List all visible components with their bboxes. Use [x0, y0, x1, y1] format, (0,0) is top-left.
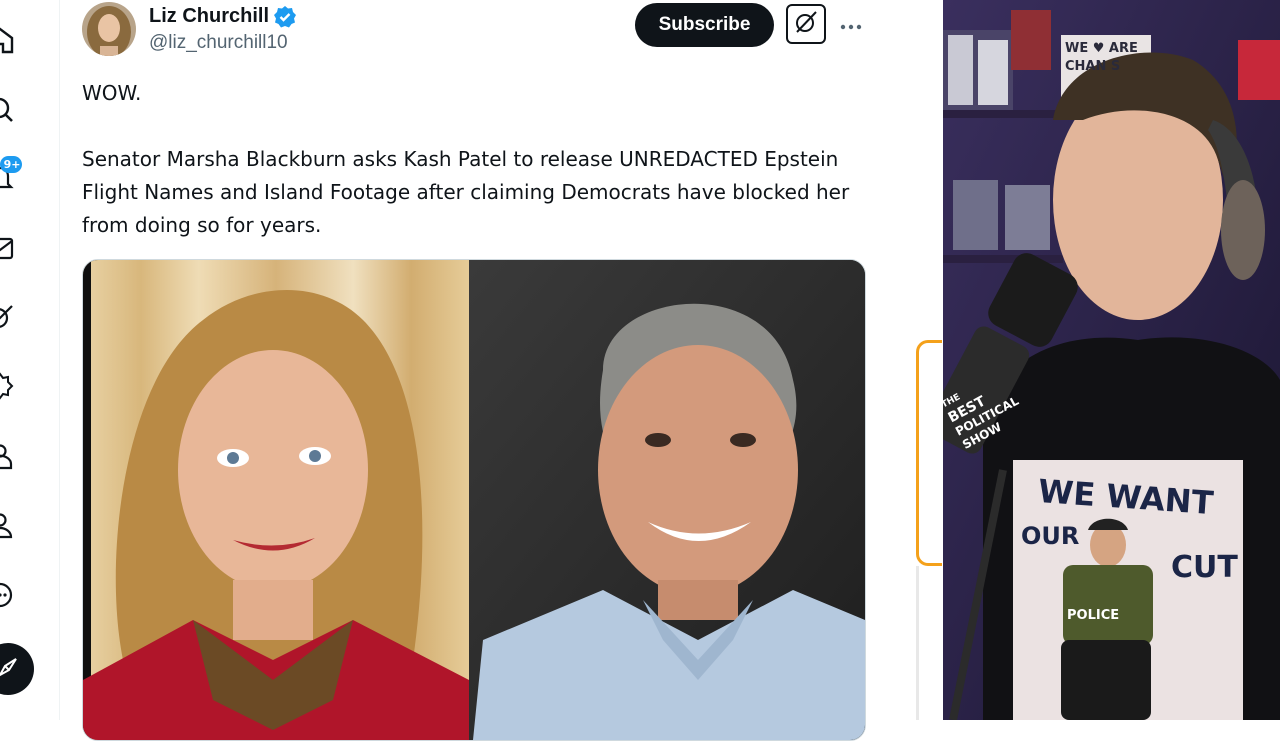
tweet-text: WOW. Senator Marsha Blackburn asks Kash …: [82, 77, 872, 242]
avatar[interactable]: [82, 2, 136, 56]
tweet: Liz Churchill @liz_churchill10 Subscribe…: [60, 0, 884, 741]
shirt-badge: POLICE: [1067, 608, 1120, 623]
subscribe-button[interactable]: Subscribe: [635, 3, 774, 47]
post-icon: [0, 656, 19, 682]
grok-button[interactable]: [786, 4, 826, 44]
communities-icon[interactable]: [0, 372, 14, 400]
tweet-text-line-2: Senator Marsha Blackburn asks Kash Patel…: [82, 147, 850, 237]
post-button[interactable]: [0, 643, 34, 695]
grok-icon[interactable]: [0, 303, 14, 331]
grok-icon: [793, 9, 819, 39]
tweet-text-line-1: WOW.: [82, 81, 142, 105]
shelf-sign: WE ♥ ARE CHAN S: [1065, 41, 1138, 74]
sidebar-card-edge-2: [916, 566, 942, 720]
author-handle[interactable]: @liz_churchill10: [149, 32, 288, 54]
notifications-badge: 9+: [0, 156, 22, 173]
more-options-button[interactable]: [839, 10, 863, 38]
shirt-text-line-2: OUR: [1021, 522, 1080, 550]
tweet-media-image[interactable]: [82, 259, 866, 741]
premium-icon[interactable]: [0, 442, 14, 470]
author-name[interactable]: Liz Churchill: [149, 5, 269, 28]
shirt-text-line-3: CUT: [1171, 550, 1238, 585]
more-options-icon: [840, 15, 862, 34]
home-icon[interactable]: [0, 26, 14, 54]
search-icon[interactable]: [0, 95, 14, 123]
webcam-overlay: THE BEST POLITICAL SHOW WE WANT OUR CUT …: [943, 0, 1280, 720]
profile-icon[interactable]: [0, 511, 14, 539]
nav-rail: 9+: [0, 0, 58, 720]
verified-badge-icon: [273, 5, 297, 29]
more-icon[interactable]: [0, 581, 14, 609]
messages-icon[interactable]: [0, 234, 14, 262]
sidebar-card-edge: [916, 340, 942, 566]
